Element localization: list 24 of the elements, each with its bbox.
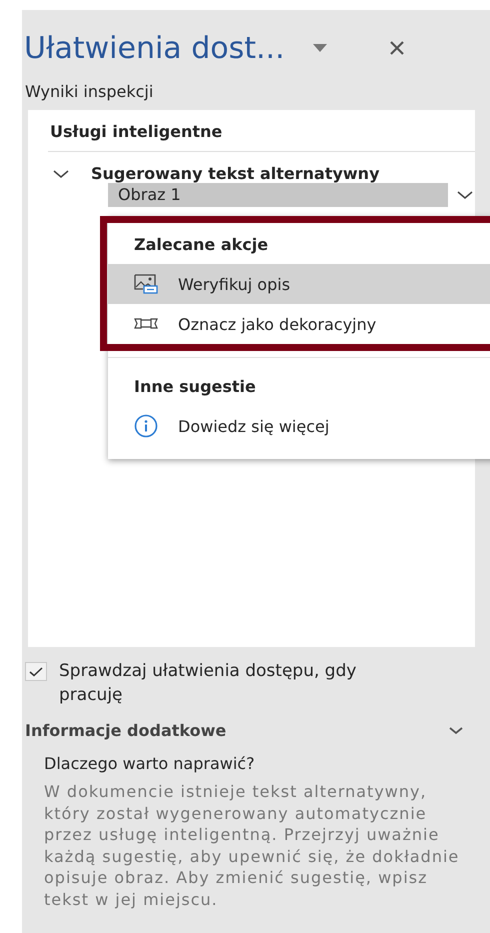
checkbox-label[interactable]: Sprawdzaj ułatwienia dostępu, gdy pracuję	[59, 659, 420, 707]
info-icon	[134, 414, 158, 438]
group-label[interactable]: Sugerowany tekst alternatywny	[91, 164, 380, 183]
pane-title: Ułatwienia dost...	[24, 30, 285, 66]
info-question: Dlaczego warto naprawić?	[44, 754, 256, 773]
results-heading: Usługi inteligentne	[48, 120, 475, 152]
chevron-icon[interactable]	[449, 726, 463, 735]
chevron-icon[interactable]	[457, 190, 473, 200]
dropdown-icon[interactable]	[312, 44, 327, 52]
checkmark-icon	[29, 666, 43, 676]
menu-item[interactable]: Dowiedz się więcej	[108, 406, 490, 446]
menu-heading: Zalecane akcje	[133, 234, 270, 256]
menu-heading: Inne sugestie	[133, 376, 257, 398]
image-icon	[134, 274, 158, 294]
chevron-icon[interactable]	[53, 168, 69, 178]
close-icon[interactable]	[388, 40, 405, 56]
ribbon-icon	[134, 317, 158, 331]
result-item[interactable]: Obraz 1	[108, 183, 448, 207]
section-label: Wyniki inspekcji	[25, 82, 154, 101]
menu-item[interactable]: Weryfikuj opis	[108, 264, 490, 304]
info-text: W dokumencie istnieje tekst alternatywny, który został wygenerowany automatycznie przez usługę inteligentną. Przejrzyj uważnie każdą sugestię, aby upewnić się, że dokładnie opisuje obraz. Aby zmienić sugestię, wpisz tekst w jej miejscu.	[44, 781, 460, 910]
section-heading[interactable]: Informacje dodatkowe	[25, 721, 226, 740]
menu-item[interactable]: Oznacz jako dekoracyjny	[108, 304, 490, 344]
checkbox[interactable]	[25, 662, 47, 681]
